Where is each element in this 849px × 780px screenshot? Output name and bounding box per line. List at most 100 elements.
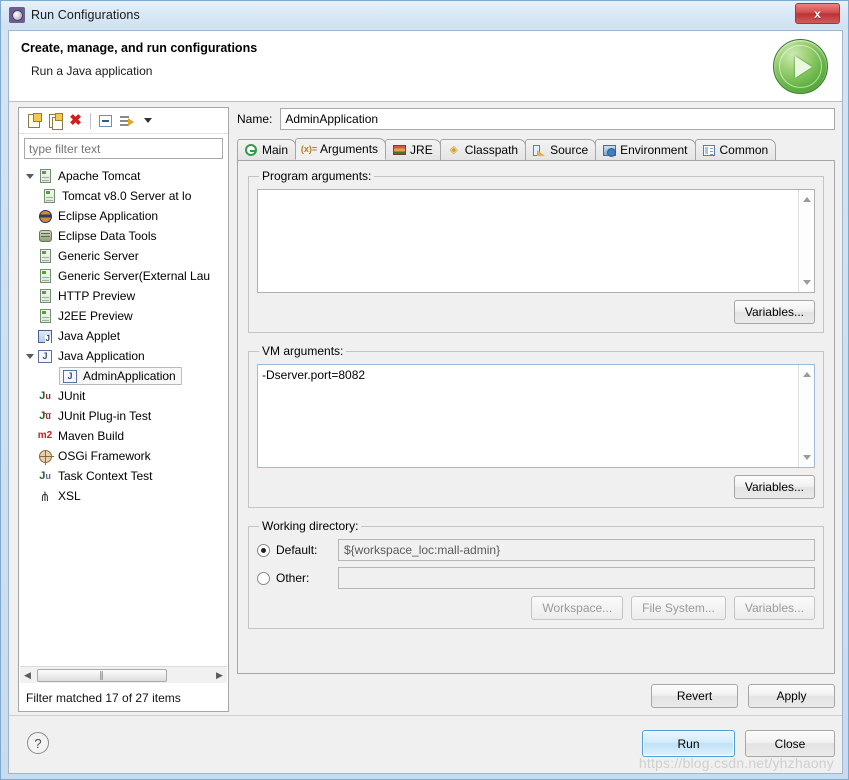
configuration-tabs[interactable]: Main (x)= Arguments JRE ◈ Classpath Source Envi… [237, 138, 835, 161]
scrollbar-thumb[interactable]: ∥ [37, 668, 167, 682]
scroll-up-icon[interactable] [799, 367, 814, 382]
duplicate-configuration-icon[interactable] [44, 111, 65, 131]
tree-item-junit-plug-in-test[interactable]: J͞u JUnit Plug-in Test [19, 406, 228, 426]
view-menu-chevron-icon[interactable] [137, 111, 158, 131]
tree-item-java-application[interactable]: J Java Application [19, 346, 228, 366]
tree-item-maven-build[interactable]: m2 Maven Build [19, 426, 228, 446]
tree-item-xsl[interactable]: ⋔ XSL [19, 486, 228, 506]
run-play-icon [773, 39, 828, 94]
new-configuration-icon[interactable] [23, 111, 44, 131]
tree-item-eclipse-data-tools[interactable]: Eclipse Data Tools [19, 226, 228, 246]
tree-item-j2ee-preview[interactable]: J2EE Preview [19, 306, 228, 326]
server-icon [37, 289, 53, 303]
tree-item-java-applet[interactable]: Java Applet [19, 326, 228, 346]
collapse-all-icon[interactable] [95, 111, 116, 131]
tree-item-task-context-test[interactable]: Ju Task Context Test [19, 466, 228, 486]
tree-item-label: Eclipse Application [58, 209, 159, 223]
apply-button[interactable]: Apply [748, 684, 835, 708]
arguments-icon: (x)= [300, 143, 318, 154]
server-icon [37, 269, 53, 283]
tree-item-junit[interactable]: Ju JUnit [19, 386, 228, 406]
vm-arguments-input[interactable]: -Dserver.port=8082 [258, 365, 798, 467]
tree-item-label: Java Applet [58, 329, 121, 343]
tree-item-label: AdminApplication [83, 369, 176, 383]
dialog-body: ✖ Apache Tomcat Tomcat v8.0 Server at lo E… [9, 103, 842, 773]
program-arguments-textarea-wrap[interactable] [257, 189, 815, 293]
scroll-down-icon[interactable] [799, 275, 814, 290]
working-directory-label: Working directory: [262, 519, 359, 533]
vm-arguments-scrollbar[interactable] [798, 365, 814, 467]
eclipse-icon [37, 209, 53, 223]
scroll-left-icon[interactable]: ◀ [20, 670, 35, 681]
window-close-button[interactable]: x [795, 3, 840, 24]
tab-main[interactable]: Main [237, 139, 297, 160]
junit-plugin-icon: J͞u [39, 409, 51, 422]
working-directory-default-label: Default: [276, 543, 318, 557]
server-icon [41, 189, 57, 203]
tree-item-apache-tomcat[interactable]: Apache Tomcat [19, 166, 228, 186]
vm-arguments-label: VM arguments: [262, 344, 344, 358]
expand-arrow-icon[interactable] [23, 173, 37, 179]
program-arguments-input[interactable] [258, 190, 798, 292]
selected-item[interactable]: J AdminApplication [59, 367, 182, 385]
tab-label: Arguments [320, 142, 379, 156]
tree-item-eclipse-application[interactable]: Eclipse Application [19, 206, 228, 226]
source-icon [532, 144, 546, 157]
classpath-icon: ◈ [449, 143, 458, 156]
tab-arguments[interactable]: (x)= Arguments [295, 138, 387, 160]
vm-arguments-variables-button[interactable]: Variables... [733, 475, 815, 499]
tab-source[interactable]: Source [525, 139, 597, 160]
tree-horizontal-scrollbar[interactable]: ◀ ∥ ▶ [20, 666, 227, 683]
run-button[interactable]: Run [642, 730, 735, 757]
help-icon[interactable]: ? [27, 732, 49, 754]
revert-button[interactable]: Revert [651, 684, 738, 708]
tab-jre[interactable]: JRE [385, 139, 441, 160]
scroll-right-icon[interactable]: ▶ [212, 670, 227, 681]
filter-input[interactable] [24, 138, 223, 159]
vm-arguments-group: VM arguments: -Dserver.port=8082 Variabl… [248, 344, 824, 508]
name-label: Name: [237, 112, 273, 126]
workspace-button[interactable]: Workspace... [531, 596, 624, 620]
arguments-tab-page: Program arguments: Variables... VM argum… [237, 161, 835, 674]
tab-label: Source [550, 143, 589, 157]
tab-common[interactable]: Common [694, 139, 777, 160]
working-directory-variables-button[interactable]: Variables... [733, 596, 815, 620]
filter-configurations-icon[interactable] [116, 111, 137, 131]
tree-item-generic-server[interactable]: Generic Server [19, 246, 228, 266]
tree-item-label: Tomcat v8.0 Server at lo [62, 189, 192, 203]
name-input[interactable] [280, 108, 835, 130]
working-directory-other-radio[interactable] [257, 571, 270, 585]
working-directory-other-input[interactable] [338, 567, 815, 589]
tab-classpath[interactable]: ◈ Classpath [439, 139, 527, 160]
tree-item-label: Eclipse Data Tools [58, 229, 157, 243]
tree-toolbar: ✖ [19, 108, 228, 134]
scroll-up-icon[interactable] [799, 192, 814, 207]
vm-arguments-textarea-wrap[interactable]: -Dserver.port=8082 [257, 364, 815, 468]
working-directory-other-label: Other: [276, 571, 310, 585]
program-arguments-label: Program arguments: [262, 169, 372, 183]
tree-item-tomcat-v8-0-server-at-lo[interactable]: Tomcat v8.0 Server at lo [19, 186, 228, 206]
tree-item-adminapplication[interactable]: J AdminApplication [19, 366, 228, 386]
dialog-client-area: Create, manage, and run configurations R… [8, 30, 843, 774]
tree-item-label: Generic Server [58, 249, 139, 263]
program-arguments-group: Program arguments: Variables... [248, 169, 824, 333]
tree-item-osgi-framework[interactable]: OSGi Framework [19, 446, 228, 466]
server-icon [37, 169, 53, 183]
file-system-button[interactable]: File System... [631, 596, 726, 620]
program-arguments-scrollbar[interactable] [798, 190, 814, 292]
tab-environment[interactable]: Environment [595, 139, 696, 160]
configurations-tree[interactable]: Apache Tomcat Tomcat v8.0 Server at lo Ecl… [19, 162, 228, 663]
tree-item-label: Generic Server(External Lau [58, 269, 211, 283]
tree-item-http-preview[interactable]: HTTP Preview [19, 286, 228, 306]
close-button[interactable]: Close [745, 730, 835, 757]
tab-label: Environment [620, 143, 688, 157]
working-directory-default-radio[interactable] [257, 543, 270, 557]
working-directory-default-input[interactable] [338, 539, 815, 561]
program-arguments-variables-button[interactable]: Variables... [733, 300, 815, 324]
scroll-down-icon[interactable] [799, 450, 814, 465]
delete-configuration-icon[interactable]: ✖ [65, 111, 86, 131]
tree-item-label: JUnit [58, 389, 86, 403]
junit-icon: Ju [39, 389, 51, 402]
expand-arrow-icon[interactable] [23, 353, 37, 359]
tree-item-generic-server-external-lau[interactable]: Generic Server(External Lau [19, 266, 228, 286]
